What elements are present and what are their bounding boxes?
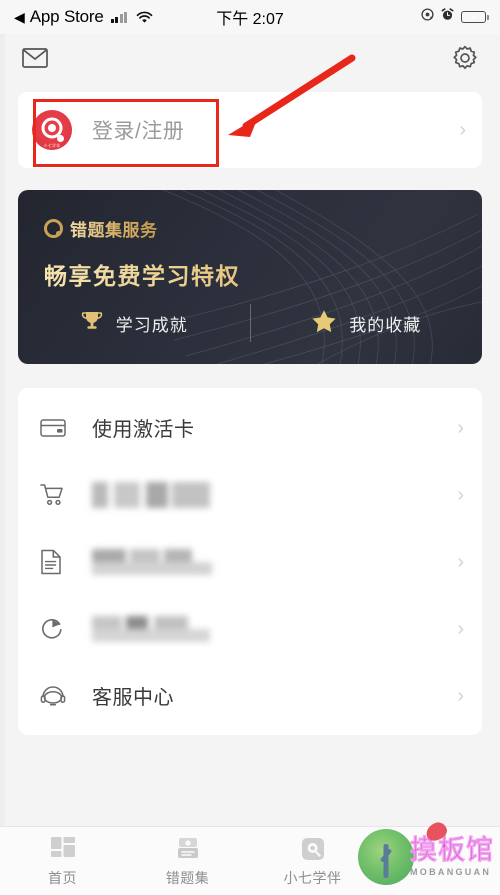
tree-logo-icon: [358, 829, 414, 885]
menu-label-redacted: [92, 481, 210, 508]
mail-icon[interactable]: [22, 47, 48, 73]
chevron-right-icon: ›: [459, 119, 466, 141]
chevron-right-icon: ›: [457, 416, 464, 439]
menu-label-redacted: [92, 548, 214, 575]
app-logo-avatar: 小七学伴: [32, 110, 72, 150]
banner-action-achievements[interactable]: 学习成就: [18, 309, 250, 338]
menu-row-customer-service[interactable]: 客服中心 ›: [18, 662, 482, 729]
cart-icon: [40, 483, 70, 507]
banner-title: 畅享免费学习特权: [44, 257, 456, 291]
site-watermark: 摸板馆 MOBANGUAN: [358, 820, 498, 893]
tab-home[interactable]: 首页: [0, 835, 125, 888]
watermark-cn: 摸板馆: [410, 835, 494, 865]
banner-brand-label: 错题集服务: [70, 216, 158, 241]
tab-label: 错题集: [165, 869, 210, 886]
home-grid-icon: [50, 835, 76, 863]
status-bar: ◀ App Store 下午 2:07 ⚡: [0, 0, 500, 34]
gold-q-icon: [44, 219, 63, 238]
battery-charging-icon: ⚡: [461, 10, 489, 24]
menu-label: 客服中心: [92, 687, 174, 709]
tab-study-companion[interactable]: 小七学伴: [250, 835, 375, 888]
trophy-icon: [80, 309, 104, 338]
banner-action-label: 学习成就: [115, 315, 188, 335]
camera-scan-icon: [300, 835, 326, 863]
avatar-mark-text: 小七学伴: [43, 142, 61, 148]
membership-banner[interactable]: 错题集服务 畅享免费学习特权 学习成就 我的收藏: [18, 190, 482, 364]
location-icon: [421, 8, 434, 26]
headset-icon: [40, 684, 70, 708]
tab-label: 首页: [48, 869, 77, 886]
menu-row-activation-card[interactable]: 使用激活卡 ›: [18, 394, 482, 461]
card-icon: [40, 418, 70, 438]
document-icon: [40, 549, 70, 575]
menu-label: 使用激活卡: [92, 419, 195, 441]
back-arrow-icon[interactable]: ◀: [14, 10, 25, 24]
notebook-icon: [175, 835, 201, 863]
alarm-icon: [441, 8, 454, 26]
screen-edge-artifact: [0, 34, 5, 826]
top-bar: [0, 34, 500, 86]
chevron-right-icon: ›: [457, 550, 464, 573]
gear-icon[interactable]: [452, 45, 478, 76]
banner-brand-row: 错题集服务: [44, 216, 456, 241]
menu-card: 使用激活卡 › › › › 客服中心 ›: [18, 388, 482, 735]
chevron-right-icon: ›: [457, 483, 464, 506]
tab-mistake-book[interactable]: 错题集: [125, 835, 250, 888]
menu-label-redacted: [92, 615, 214, 642]
app-screen: ◀ App Store 下午 2:07 ⚡ 小七学伴 登录/注册 › 错题集服务…: [0, 0, 500, 895]
star-icon: [311, 308, 337, 339]
chevron-right-icon: ›: [457, 684, 464, 707]
back-app-label[interactable]: App Store: [30, 7, 104, 27]
watermark-en: MOBANGUAN: [410, 867, 492, 877]
avatar-dot: [48, 123, 56, 132]
menu-row-orders[interactable]: ›: [18, 461, 482, 528]
login-register-row[interactable]: 小七学伴 登录/注册 ›: [18, 92, 482, 168]
menu-row-refresh[interactable]: ›: [18, 595, 482, 662]
chevron-right-icon: ›: [457, 617, 464, 640]
status-bar-left: ◀ App Store: [14, 7, 153, 27]
avatar-tail: [57, 134, 65, 142]
login-register-label: 登录/注册: [92, 120, 185, 143]
menu-row-document[interactable]: ›: [18, 528, 482, 595]
banner-action-favorites[interactable]: 我的收藏: [251, 308, 483, 339]
banner-actions: 学习成就 我的收藏: [18, 304, 482, 342]
wifi-icon: [136, 11, 153, 24]
status-bar-right: ⚡: [421, 8, 489, 26]
refresh-icon: [40, 617, 70, 641]
tab-label: 小七学伴: [283, 869, 342, 886]
signal-bars-icon: [110, 11, 128, 23]
watermark-text: 摸板馆 MOBANGUAN: [410, 820, 494, 877]
banner-action-label: 我的收藏: [349, 315, 422, 335]
